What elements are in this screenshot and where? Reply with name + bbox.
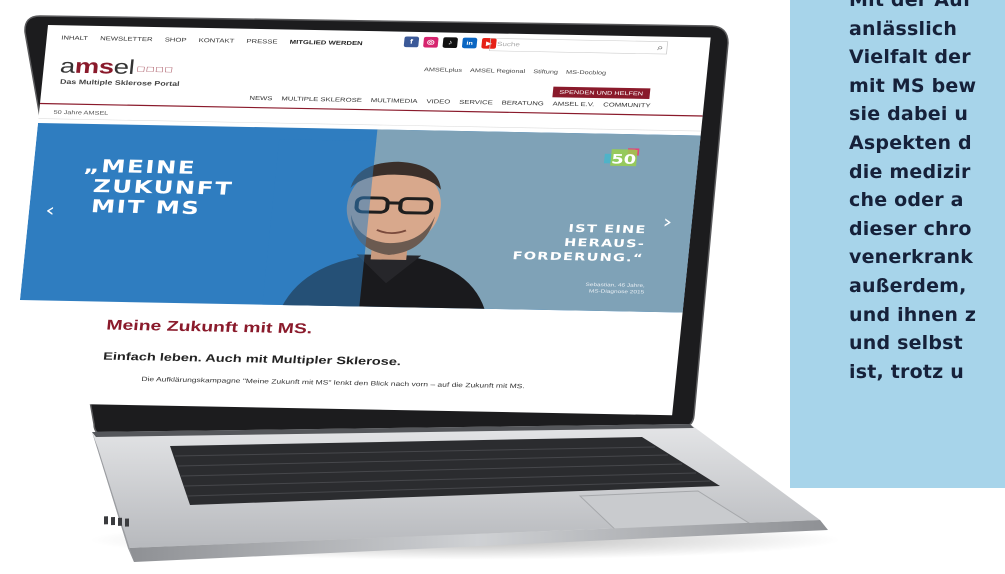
page-subheadline: Einfach leben. Auch mit Multipler Sklero… xyxy=(102,350,402,368)
hero-headline-right: IST EINE HERAUS- FORDERUNG.“ xyxy=(481,220,647,266)
linkedin-icon[interactable]: in xyxy=(461,37,478,49)
top-nav-presse[interactable]: PRESSE xyxy=(246,38,278,45)
main-nav-amsel-ev[interactable]: AMSEL E.V. xyxy=(552,101,594,108)
main-nav-news[interactable]: NEWS xyxy=(249,95,273,102)
hero-right-line: FORDERUNG.“ xyxy=(511,249,645,265)
hero-left-line: MIT MS xyxy=(89,196,202,219)
top-nav-kontakt[interactable]: KONTAKT xyxy=(198,37,234,44)
anniversary-badge: 50 xyxy=(603,148,640,167)
social-links: f ◎ ♪ in ▶ xyxy=(403,36,497,49)
main-nav-service[interactable]: SERVICE xyxy=(459,99,493,106)
main-nav-video[interactable]: VIDEO xyxy=(426,98,451,105)
instagram-icon[interactable]: ◎ xyxy=(423,36,439,48)
logo-squares-icon: □□□□ xyxy=(137,63,176,75)
website-viewport: INHALT NEWSLETTER SHOP KONTAKT PRESSE MI… xyxy=(9,25,711,416)
sub-nav-regional[interactable]: AMSEL Regional xyxy=(470,67,526,74)
search-placeholder: Suche xyxy=(496,41,521,49)
top-nav-member[interactable]: MITGLIED WERDEN xyxy=(289,39,363,47)
sub-nav-amselplus[interactable]: AMSELplus xyxy=(424,66,463,73)
main-nav-beratung[interactable]: BERATUNG xyxy=(501,100,544,107)
sub-nav-docblog[interactable]: MS-Docblog xyxy=(566,69,607,76)
amsel-logo[interactable]: amsel□□□□ xyxy=(59,55,176,80)
facebook-icon[interactable]: f xyxy=(403,36,420,48)
slider-prev-arrow[interactable]: ‹ xyxy=(44,200,56,221)
main-nav-community[interactable]: COMMUNITY xyxy=(603,102,651,109)
badge-number: 50 xyxy=(611,152,637,167)
page-headline: Meine Zukunft mit MS. xyxy=(105,317,314,337)
donate-button[interactable]: SPENDEN UND HELFEN xyxy=(552,86,651,100)
search-icon[interactable]: ⌕ xyxy=(657,42,664,52)
top-nav: INHALT NEWSLETTER SHOP KONTAKT PRESSE MI… xyxy=(61,35,363,47)
logo-bold: ms xyxy=(73,55,115,79)
top-nav-inhalt[interactable]: INHALT xyxy=(61,35,88,42)
main-nav-ms[interactable]: MULTIPLE SKLEROSE xyxy=(281,96,362,104)
breadcrumb[interactable]: 50 Jahre AMSEL xyxy=(53,109,108,116)
intro-paragraph: Die Aufklärungskampagne "Meine Zukunft m… xyxy=(141,375,526,390)
laptop-screen: INHALT NEWSLETTER SHOP KONTAKT PRESSE MI… xyxy=(0,0,1005,574)
logo-tagline: Das Multiple Sklerose Portal xyxy=(59,78,180,88)
top-nav-newsletter[interactable]: NEWSLETTER xyxy=(100,35,153,42)
hero-headline-left: „MEINE ZUKUNFT MIT MS xyxy=(79,156,236,219)
tiktok-icon[interactable]: ♪ xyxy=(442,37,459,49)
hero-slider[interactable]: „MEINE ZUKUNFT MIT MS IST EINE HERAUS- F… xyxy=(19,122,701,313)
search-input[interactable]: Suche ⌕ xyxy=(489,38,669,55)
hero-caption: Sebastian, 46 Jahre, MS-Diagnose 2015 xyxy=(515,280,646,295)
sub-nav-stiftung[interactable]: Stiftung xyxy=(533,68,558,74)
hero-portrait xyxy=(261,139,488,313)
main-nav-multimedia[interactable]: MULTIMEDIA xyxy=(370,97,417,104)
logo-suffix: el xyxy=(112,55,136,79)
sub-nav: AMSELplus AMSEL Regional Stiftung MS-Doc… xyxy=(424,66,607,75)
top-nav-shop[interactable]: SHOP xyxy=(164,37,186,44)
